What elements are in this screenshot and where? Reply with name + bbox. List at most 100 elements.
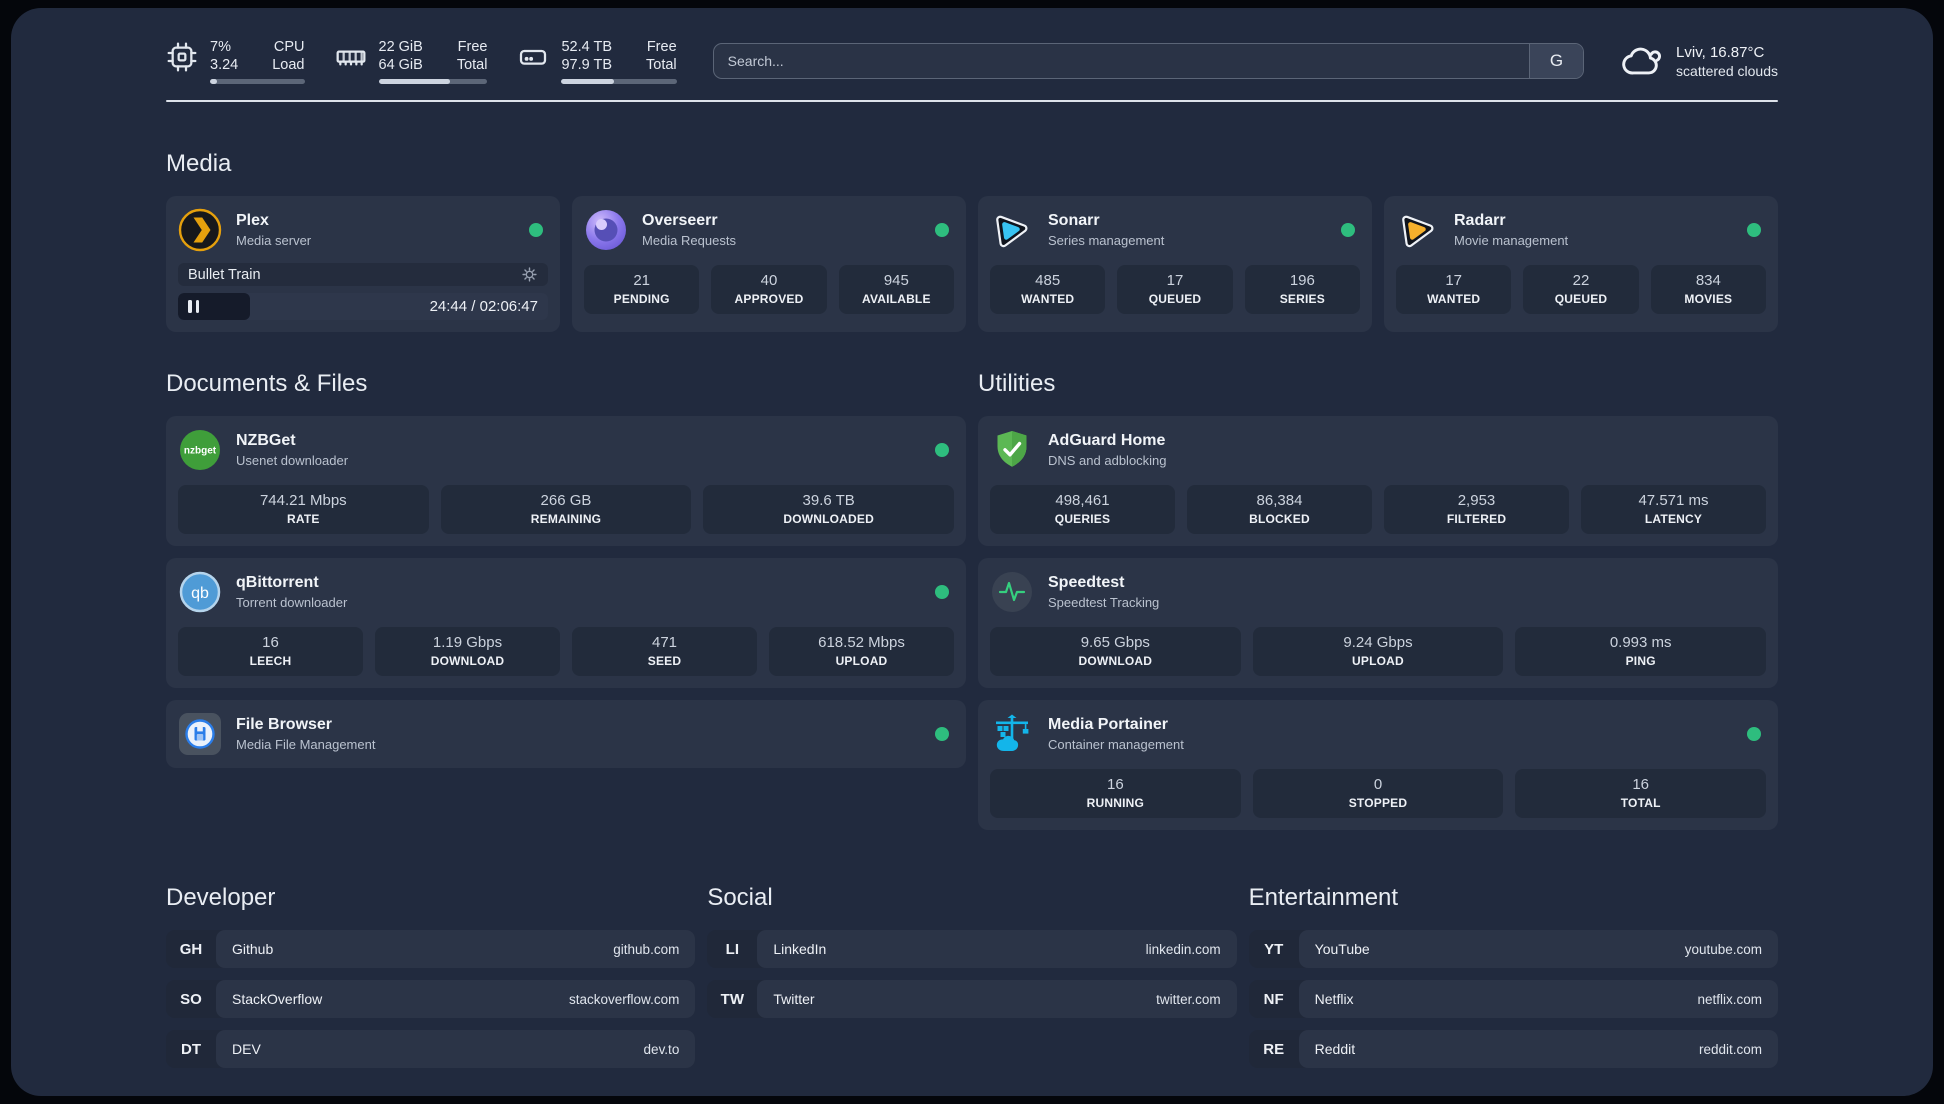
link-name: DEV — [232, 1041, 261, 1057]
link-name: YouTube — [1314, 941, 1370, 957]
link-name: Netflix — [1314, 991, 1354, 1007]
link-linkedin[interactable]: LI LinkedIn linkedin.com — [707, 930, 1237, 968]
stat-tile: 266 GB REMAINING — [440, 485, 692, 534]
link-name: LinkedIn — [773, 941, 827, 957]
portainer-card[interactable]: Media Portainer Container management 16 … — [978, 700, 1778, 830]
search-input[interactable] — [713, 44, 1530, 78]
app-subtitle: Usenet downloader — [236, 453, 349, 468]
adguard-icon — [997, 431, 1027, 467]
stat-tile: 196 SERIES — [1244, 265, 1360, 314]
stat-tile: 9.65 Gbps DOWNLOAD — [990, 627, 1241, 676]
cpu-usage-label: CPU — [273, 39, 305, 55]
player-progress-bar[interactable]: 24:44 / 02:06:47 — [178, 293, 548, 320]
link-name: StackOverflow — [232, 991, 323, 1007]
disk-icon — [520, 49, 547, 65]
link-youtube[interactable]: YT YouTube youtube.com — [1248, 930, 1778, 968]
entertainment-links-section: Entertainment YT YouTube youtube.com NF … — [1248, 884, 1778, 1080]
cpu-load-value: 3.24 — [210, 57, 239, 73]
stat-tile: 47.571 ms LATENCY — [1581, 485, 1766, 534]
status-dot — [1747, 223, 1761, 237]
link-abbr: RE — [1263, 1040, 1285, 1058]
stat-tile: 21 PENDING — [584, 265, 700, 314]
link-url: netflix.com — [1697, 991, 1762, 1007]
status-dot — [1341, 223, 1355, 237]
link-abbr: GH — [179, 940, 203, 958]
sonarr-card[interactable]: Sonarr Series management 485 WANTED 17 Q… — [978, 196, 1372, 332]
stat-tile: 618.52 Mbps UPLOAD — [769, 627, 954, 676]
app-title: Speedtest — [1048, 574, 1125, 591]
link-abbr: SO — [180, 990, 202, 1008]
radarr-icon — [1402, 215, 1434, 248]
memory-stat: 22 GiB 64 GiB Free Total — [335, 38, 488, 84]
svg-text:nzbget: nzbget — [184, 446, 217, 457]
stat-tile: 16 TOTAL — [1515, 769, 1766, 818]
link-url: linkedin.com — [1145, 941, 1221, 957]
pause-icon[interactable] — [188, 300, 199, 313]
link-twitter[interactable]: TW Twitter twitter.com — [707, 980, 1237, 1018]
topbar-divider — [166, 100, 1778, 102]
stat-tile: 16 LEECH — [178, 627, 363, 676]
storage-total-label: Total — [646, 57, 677, 73]
app-subtitle: Torrent downloader — [236, 595, 348, 610]
stat-tile: 40 APPROVED — [711, 265, 827, 314]
search-bar[interactable]: G — [712, 43, 1585, 79]
developer-section-title: Developer — [166, 884, 276, 911]
documents-section-title: Documents & Files — [166, 370, 368, 397]
storage-progress-bar — [561, 79, 677, 84]
app-subtitle: Movie management — [1454, 233, 1569, 248]
weather-widget: Lviv, 16.87°C scattered clouds — [1620, 39, 1778, 83]
qbittorrent-icon: qb — [179, 571, 221, 613]
link-github[interactable]: GH Github github.com — [166, 930, 696, 968]
plex-card[interactable]: Plex Media server Bullet Train 24:44 / 0… — [166, 196, 560, 332]
app-subtitle: Media Requests — [642, 233, 736, 248]
link-dev[interactable]: DT DEV dev.to — [166, 1030, 696, 1068]
app-title: Media Portainer — [1048, 716, 1169, 733]
link-abbr: DT — [181, 1040, 201, 1058]
qbittorrent-card[interactable]: qb qBittorrent Torrent downloader 16 LEE… — [166, 558, 966, 688]
app-subtitle: Media server — [236, 233, 312, 248]
stat-tile: 1.19 Gbps DOWNLOAD — [375, 627, 560, 676]
app-title: qBittorrent — [236, 574, 319, 591]
status-dot — [935, 585, 949, 599]
stat-tile: 834 MOVIES — [1650, 265, 1766, 314]
cpu-usage-value: 7% — [210, 39, 231, 55]
link-abbr: YT — [1264, 940, 1284, 958]
weather-condition: scattered clouds — [1676, 62, 1778, 79]
plex-icon — [178, 208, 222, 252]
filebrowser-card[interactable]: File Browser Media File Management — [166, 700, 966, 768]
app-title: Overseerr — [642, 212, 718, 229]
speedtest-icon — [992, 572, 1032, 612]
player-settings-icon[interactable] — [521, 266, 538, 283]
memory-total-value: 64 GiB — [378, 57, 423, 73]
link-reddit[interactable]: RE Reddit reddit.com — [1248, 1030, 1778, 1068]
link-url: dev.to — [643, 1041, 680, 1057]
app-title: AdGuard Home — [1048, 432, 1166, 449]
memory-free-label: Free — [457, 39, 488, 55]
link-name: Github — [232, 941, 274, 957]
overseerr-card[interactable]: Overseerr Media Requests 21 PENDING 40 A… — [572, 196, 966, 332]
link-stackoverflow[interactable]: SO StackOverflow stackoverflow.com — [166, 980, 696, 1018]
link-netflix[interactable]: NF Netflix netflix.com — [1248, 980, 1778, 1018]
stat-tile: 485 WANTED — [990, 265, 1106, 314]
nzbget-card[interactable]: nzbget NZBGet Usenet downloader 744.21 M… — [166, 416, 966, 546]
link-url: reddit.com — [1698, 1041, 1762, 1057]
stat-tile: 17 WANTED — [1396, 265, 1512, 314]
stat-tile: 471 SEED — [572, 627, 757, 676]
developer-links-section: Developer GH Github github.com SO StackO… — [166, 884, 696, 1080]
link-url: github.com — [613, 941, 680, 957]
adguard-card[interactable]: AdGuard Home DNS and adblocking 498,461 … — [978, 416, 1778, 546]
sonarr-icon — [996, 215, 1028, 248]
status-dot — [935, 223, 949, 237]
search-engine-button[interactable]: G — [1529, 44, 1584, 78]
app-title: Radarr — [1454, 212, 1506, 229]
stat-tile: 9.24 Gbps UPLOAD — [1252, 627, 1504, 676]
stat-tile: 0 STOPPED — [1252, 769, 1504, 818]
stat-tile: 16 RUNNING — [990, 769, 1241, 818]
radarr-card[interactable]: Radarr Movie management 17 WANTED 22 QUE… — [1384, 196, 1778, 332]
speedtest-card[interactable]: Speedtest Speedtest Tracking 9.65 Gbps D… — [978, 558, 1778, 688]
app-title: Plex — [236, 212, 269, 229]
stat-tile: 39.6 TB DOWNLOADED — [703, 485, 954, 534]
now-playing-row: Bullet Train — [178, 263, 548, 286]
social-links-section: Social LI LinkedIn linkedin.com TW Twitt… — [707, 884, 1237, 1080]
stat-tile: 2,953 FILTERED — [1384, 485, 1569, 534]
